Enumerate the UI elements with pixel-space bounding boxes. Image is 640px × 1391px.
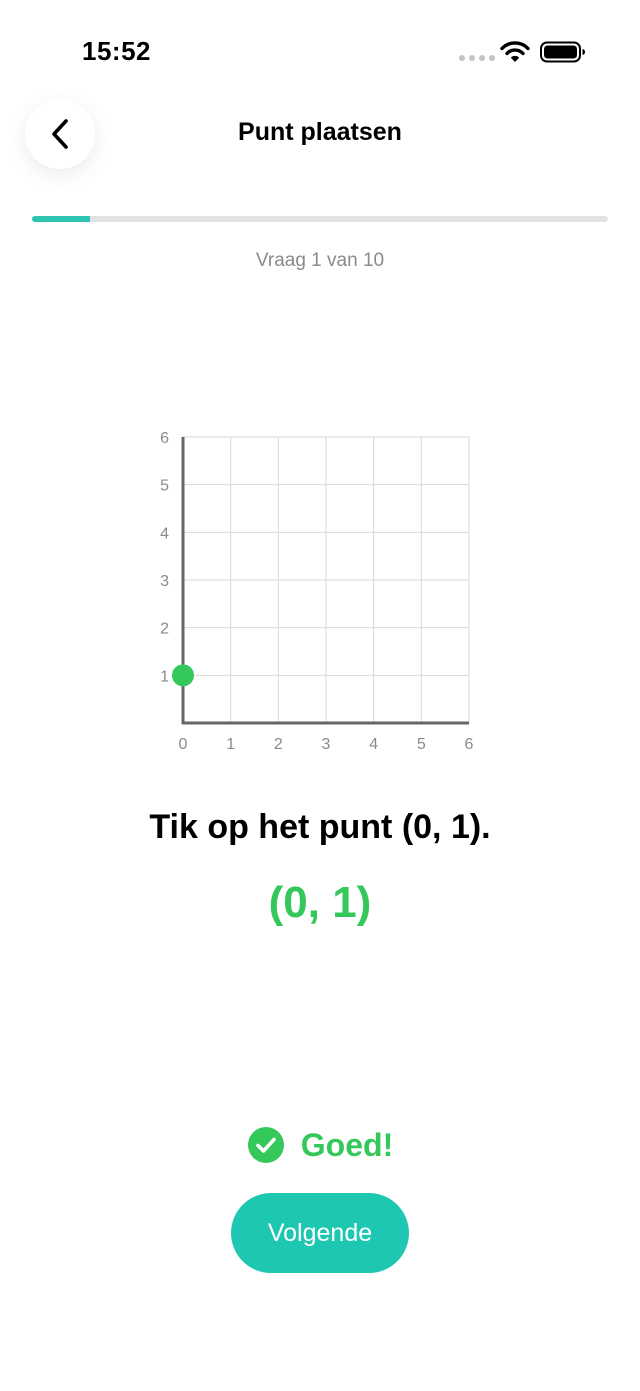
feedback-message: Goed!	[0, 1126, 640, 1164]
page-title: Punt plaatsen	[238, 118, 402, 146]
y-tick-label: 1	[160, 668, 169, 685]
answer-coordinates: (0, 1)	[268, 878, 372, 927]
x-tick-label: 4	[369, 736, 378, 753]
y-tick-label: 5	[160, 478, 169, 495]
x-tick-label: 1	[226, 736, 235, 753]
y-tick-label: 2	[160, 621, 169, 638]
x-tick-label: 3	[322, 736, 331, 753]
progress-bar-fill	[32, 216, 90, 222]
wifi-icon	[500, 41, 530, 62]
y-tick-label: 4	[160, 525, 169, 542]
y-tick-label: 6	[160, 430, 169, 447]
progress-label: Vraag 1 van 10	[255, 250, 385, 271]
cellular-signal-icon	[459, 55, 495, 61]
y-tick-label: 3	[160, 573, 169, 590]
next-button[interactable]: Volgende	[231, 1193, 409, 1273]
question-instruction: Tik op het punt (0, 1).	[149, 808, 491, 846]
coordinate-grid[interactable]: 0 1 2 3 4 5 6 1 2 3 4 5 6	[0, 420, 640, 760]
x-tick-label: 5	[417, 736, 426, 753]
status-time: 15:52	[82, 36, 151, 66]
status-bar: 15:52	[0, 0, 640, 100]
x-tick-label: 6	[465, 736, 474, 753]
battery-icon	[540, 41, 585, 63]
x-tick-label: 2	[274, 736, 283, 753]
x-tick-label: 0	[179, 736, 188, 753]
plotted-point	[172, 664, 194, 687]
progress-bar	[32, 216, 608, 222]
feedback-text: Goed!	[300, 1126, 394, 1163]
check-circle-icon	[247, 1127, 284, 1163]
